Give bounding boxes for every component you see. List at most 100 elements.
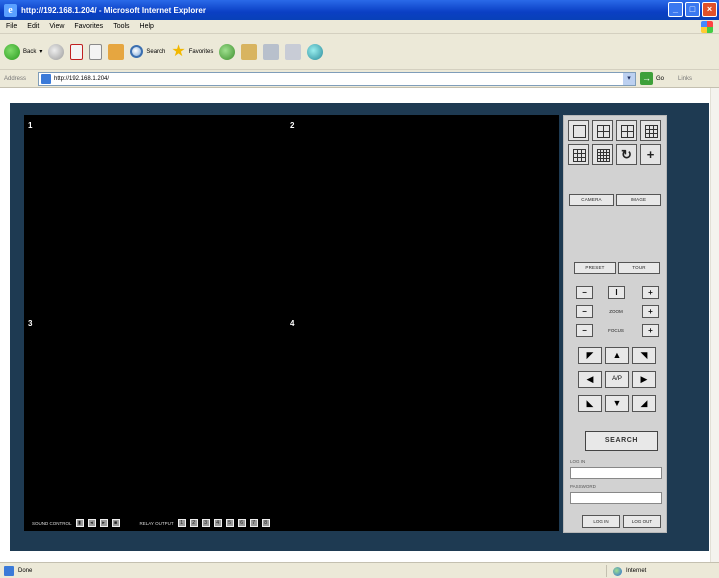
stop-button[interactable] <box>70 43 84 60</box>
pan-right-button[interactable]: ▶ <box>632 371 656 388</box>
favorites-label: Favorites <box>188 48 214 55</box>
messenger-button[interactable] <box>307 43 324 60</box>
add-button[interactable]: + <box>640 144 661 165</box>
menu-file[interactable]: File <box>6 23 17 30</box>
favorites-button[interactable]: ★ Favorites <box>171 43 214 60</box>
pan-down-left-button[interactable]: ◣ <box>578 395 602 412</box>
relay-output-label: RELAY OUTPUT <box>139 520 174 526</box>
zoom-minus-button[interactable]: − <box>576 305 593 318</box>
refresh-icon <box>89 43 103 60</box>
quad-view-button[interactable] <box>616 120 637 141</box>
internet-zone-icon <box>613 566 622 576</box>
relay-button[interactable]: 1 <box>177 519 186 527</box>
forward-button[interactable] <box>48 43 65 60</box>
sound-stop-button[interactable]: ■ <box>111 519 120 527</box>
mail-icon <box>241 43 258 60</box>
sixteen-view-button[interactable] <box>592 144 613 165</box>
relay-button[interactable]: 2 <box>189 519 198 527</box>
minimize-button[interactable]: _ <box>668 2 683 17</box>
menu-edit[interactable]: Edit <box>27 23 39 30</box>
pan-up-left-button[interactable]: ◤ <box>578 347 602 364</box>
window-title: http://192.168.1.204/ - Microsoft Intern… <box>21 5 206 15</box>
pan-down-right-button[interactable]: ◢ <box>632 395 656 412</box>
home-button[interactable] <box>108 43 125 60</box>
sound-mute-button[interactable]: ▮ <box>75 519 84 527</box>
camera-cell-label: 3 <box>28 319 33 328</box>
tour-tab[interactable]: TOUR <box>618 262 660 274</box>
links-label[interactable]: Links <box>678 76 692 82</box>
go-label: Go <box>656 75 665 82</box>
auto-pan-button[interactable]: A/P <box>605 371 629 388</box>
camera-cell-label: 4 <box>290 319 295 328</box>
logout-button[interactable]: LOG OUT <box>623 515 661 528</box>
window-controls: _ □ × <box>668 2 717 17</box>
security-zone: Internet <box>606 565 714 577</box>
sound-next-button[interactable]: ▸ <box>99 519 108 527</box>
tilt-down-button[interactable]: ▼ <box>605 395 629 412</box>
relay-button[interactable]: 7 <box>249 519 258 527</box>
search-recording-button[interactable]: SEARCH <box>585 431 658 451</box>
single-view-button[interactable] <box>568 120 589 141</box>
speed-plus-button[interactable]: + <box>642 286 659 299</box>
address-bar: Address http://192.168.1.204/ ▾ → Go Lin… <box>0 70 719 88</box>
media-icon <box>219 43 236 60</box>
focus-plus-button[interactable]: + <box>642 324 659 337</box>
mail-button[interactable] <box>241 43 258 60</box>
edit-icon <box>285 43 302 60</box>
password-label: PASSWORD <box>570 484 596 489</box>
menu-help[interactable]: Help <box>140 23 154 30</box>
relay-button[interactable]: 8 <box>261 519 270 527</box>
search-label: Search <box>146 48 166 55</box>
back-arrow-icon <box>4 43 20 60</box>
sequence-button[interactable]: ↻ <box>616 144 637 165</box>
media-button[interactable] <box>219 43 236 60</box>
vertical-scrollbar[interactable] <box>710 88 719 562</box>
pan-up-right-button[interactable]: ◥ <box>632 347 656 364</box>
address-input[interactable]: http://192.168.1.204/ ▾ <box>38 71 636 86</box>
page-icon <box>41 73 51 84</box>
sound-prev-button[interactable]: ◂ <box>87 519 96 527</box>
preset-tab[interactable]: PRESET <box>574 262 616 274</box>
print-button[interactable] <box>263 43 280 60</box>
menu-favorites[interactable]: Favorites <box>74 23 103 30</box>
password-field[interactable] <box>570 492 662 504</box>
search-button[interactable]: Search <box>130 45 165 58</box>
speed-stop-button[interactable]: I <box>608 286 625 299</box>
camera-cell-label: 1 <box>28 121 33 130</box>
title-bar: e http://192.168.1.204/ - Microsoft Inte… <box>0 0 719 20</box>
zoom-plus-button[interactable]: + <box>642 305 659 318</box>
login-button[interactable]: LOG IN <box>582 515 620 528</box>
page-status-icon <box>4 565 14 576</box>
menu-tools[interactable]: Tools <box>113 23 129 30</box>
pan-left-button[interactable]: ◀ <box>578 371 602 388</box>
relay-button[interactable]: 3 <box>201 519 210 527</box>
status-bar: Done Internet <box>0 562 719 578</box>
go-button[interactable]: → Go <box>640 72 664 85</box>
menu-view[interactable]: View <box>49 23 64 30</box>
address-url: http://192.168.1.204/ <box>54 75 110 82</box>
edit-button[interactable] <box>285 43 302 60</box>
nine-view-button[interactable] <box>640 120 661 141</box>
refresh-button[interactable] <box>89 43 103 60</box>
login-id-field[interactable] <box>570 467 662 479</box>
speed-minus-button[interactable]: − <box>576 286 593 299</box>
relay-button[interactable]: 4 <box>213 519 222 527</box>
print-icon <box>263 43 280 60</box>
focus-minus-button[interactable]: − <box>576 324 593 337</box>
tilt-up-button[interactable]: ▲ <box>605 347 629 364</box>
forward-arrow-icon <box>48 43 65 60</box>
close-button[interactable]: × <box>702 2 717 17</box>
relay-button[interactable]: 6 <box>237 519 246 527</box>
video-display[interactable]: 1 2 3 4 <box>24 115 559 515</box>
address-dropdown-icon[interactable]: ▾ <box>623 72 635 85</box>
quad-view-button[interactable] <box>592 120 613 141</box>
maximize-button[interactable]: □ <box>685 2 700 17</box>
back-button[interactable]: Back ▾ <box>4 43 42 60</box>
relay-button[interactable]: 5 <box>225 519 234 527</box>
camera-tab[interactable]: CAMERA <box>569 194 614 206</box>
image-tab[interactable]: IMAGE <box>616 194 661 206</box>
windows-logo-icon <box>701 21 713 33</box>
nine-view-button[interactable] <box>568 144 589 165</box>
stop-icon <box>70 43 84 60</box>
control-bar: SOUND CONTROL ▮ ◂ ▸ ■ RELAY OUTPUT 1 2 3… <box>24 515 559 531</box>
